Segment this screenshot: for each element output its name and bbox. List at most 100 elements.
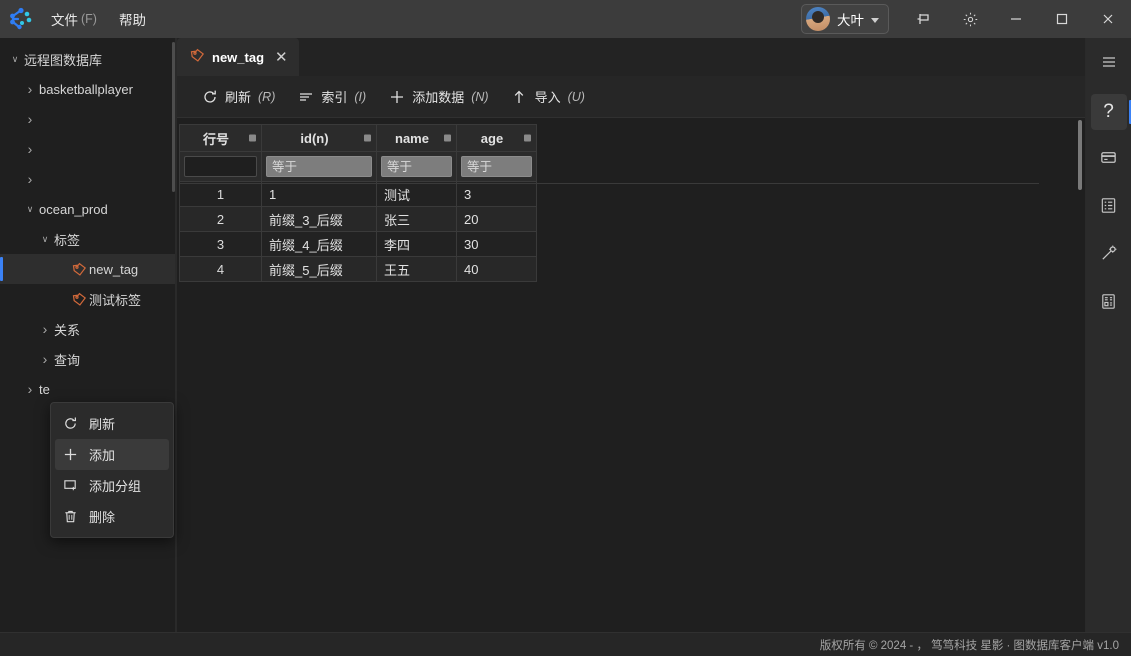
- context-menu-item-add[interactable]: 添加: [55, 439, 169, 470]
- app-logo-icon: [0, 0, 40, 38]
- table-cell-age[interactable]: 30: [456, 231, 537, 257]
- close-button[interactable]: [1085, 0, 1131, 38]
- column-menu-icon[interactable]: [249, 134, 256, 142]
- sidebar-tree-item[interactable]: ›测试标签: [0, 284, 176, 314]
- filter-input[interactable]: 等于: [381, 156, 452, 177]
- sidebar-scrollbar[interactable]: [172, 42, 175, 192]
- sidebar-tree-item[interactable]: › basketballplayer: [0, 74, 176, 104]
- index-button[interactable]: 索引 (I): [287, 82, 376, 112]
- filter-input[interactable]: [184, 156, 257, 177]
- table-cell-num[interactable]: 3: [179, 231, 262, 257]
- tab-strip: new_tag ✕: [177, 38, 1085, 76]
- index-button-mnemonic: (I): [354, 89, 367, 104]
- context-menu-item-refresh[interactable]: 刷新: [51, 408, 173, 439]
- sidebar-tree-item[interactable]: ›new_tag: [0, 254, 176, 284]
- table-filter-cell: 等于: [261, 151, 377, 182]
- context-menu-item-add-group[interactable]: 添加分组: [51, 470, 173, 501]
- table-cell-name[interactable]: 王五: [376, 256, 457, 282]
- list-button[interactable]: [1091, 190, 1127, 226]
- pin-button[interactable]: [901, 0, 947, 38]
- sidebar-tree-item[interactable]: ›: [0, 104, 176, 134]
- table-row[interactable]: 4 前缀_5_后缀 王五 40: [179, 256, 537, 282]
- menu-help[interactable]: 帮助: [108, 0, 157, 38]
- table-cell-age[interactable]: 20: [456, 206, 537, 232]
- table-column-header[interactable]: age: [456, 124, 537, 152]
- add-data-button-mnemonic: (N): [471, 89, 489, 104]
- right-rail: ?: [1085, 38, 1131, 632]
- table-column-header[interactable]: name: [376, 124, 457, 152]
- trash-icon: [61, 509, 79, 524]
- chevron-right-icon[interactable]: ›: [21, 381, 39, 397]
- table-column-header[interactable]: 行号: [179, 124, 262, 152]
- table-cell-age[interactable]: 3: [456, 181, 537, 207]
- table-cell-id[interactable]: 前缀_3_后缀: [261, 206, 377, 232]
- sidebar-tree-item[interactable]: › 查询: [0, 344, 176, 374]
- table-cell-num[interactable]: 2: [179, 206, 262, 232]
- sidebar-tree-item[interactable]: › te: [0, 374, 176, 404]
- menu-button[interactable]: [1091, 46, 1127, 82]
- filter-input[interactable]: 等于: [461, 156, 532, 177]
- sidebar-tree-item-label: 远程图数据库: [24, 52, 103, 68]
- context-menu-label-refresh: 刷新: [89, 417, 116, 432]
- main-scrollbar[interactable]: [1078, 120, 1082, 190]
- context-menu[interactable]: 刷新 添加 添加分组 删除: [50, 402, 174, 538]
- table-cell-id[interactable]: 前缀_5_后缀: [261, 256, 377, 282]
- table-cell-name[interactable]: 测试: [376, 181, 457, 207]
- chevron-down-icon[interactable]: ∨: [6, 54, 24, 65]
- table-row[interactable]: 2 前缀_3_后缀 张三 20: [179, 206, 537, 232]
- column-menu-icon[interactable]: [524, 134, 531, 142]
- chevron-right-icon[interactable]: ›: [36, 321, 54, 337]
- table-cell-num[interactable]: 1: [179, 181, 262, 207]
- table-cell-id[interactable]: 1: [261, 181, 377, 207]
- table-row[interactable]: 3 前缀_4_后缀 李四 30: [179, 231, 537, 257]
- chevron-down-icon[interactable]: ∨: [36, 234, 54, 245]
- table-cell-num[interactable]: 4: [179, 256, 262, 282]
- sidebar-tree-item[interactable]: ∨ ocean_prod: [0, 194, 176, 224]
- import-button-label: 导入: [534, 90, 561, 105]
- chevron-right-icon[interactable]: ›: [21, 111, 39, 127]
- chevron-right-icon[interactable]: ›: [36, 351, 54, 367]
- question-mark-icon: ?: [1103, 101, 1114, 122]
- minimize-button[interactable]: [993, 0, 1039, 38]
- sidebar-tree-item[interactable]: › 关系: [0, 314, 176, 344]
- chevron-right-icon[interactable]: ›: [21, 171, 39, 187]
- maximize-button[interactable]: [1039, 0, 1085, 38]
- chevron-down-icon[interactable]: ∨: [21, 204, 39, 215]
- refresh-button[interactable]: 刷新 (R): [191, 82, 285, 112]
- menu-file[interactable]: 文件 (F): [40, 0, 108, 38]
- chevron-right-icon[interactable]: ›: [21, 141, 39, 157]
- table-cell-age[interactable]: 40: [456, 256, 537, 282]
- table-cell-name[interactable]: 李四: [376, 231, 457, 257]
- index-button-label: 索引: [321, 90, 348, 105]
- import-button[interactable]: 导入 (U): [501, 82, 595, 112]
- data-table: 行号 id(n) name age 等于 等于 等于 1 1 测试 3 2 前缀_3_后缀 张三 20 3…: [179, 124, 537, 282]
- sidebar-tree-item[interactable]: ›: [0, 164, 176, 194]
- sidebar-tree-item[interactable]: ›: [0, 134, 176, 164]
- help-button[interactable]: ?: [1090, 94, 1131, 130]
- table-row[interactable]: 1 1 测试 3: [179, 181, 537, 207]
- table-cell-name[interactable]: 张三: [376, 206, 457, 232]
- table-column-header-label: 行号: [202, 131, 229, 147]
- sidebar-tree-item[interactable]: ∨ 标签: [0, 224, 176, 254]
- close-icon[interactable]: ✕: [275, 50, 288, 65]
- hamburger-icon: [1099, 52, 1119, 77]
- table-column-header[interactable]: id(n): [261, 124, 377, 152]
- sidebar-tree-item[interactable]: ∨ 远程图数据库: [0, 44, 176, 74]
- chevron-right-icon[interactable]: ›: [21, 81, 39, 97]
- settings-button[interactable]: [947, 0, 993, 38]
- column-menu-icon[interactable]: [444, 134, 451, 142]
- add-data-button-label: 添加数据: [412, 90, 465, 105]
- document-button[interactable]: [1091, 286, 1127, 322]
- filter-input[interactable]: 等于: [266, 156, 372, 177]
- add-data-button[interactable]: 添加数据 (N): [378, 82, 498, 112]
- user-menu[interactable]: 大叶: [801, 4, 889, 34]
- footer-bar: 版权所有 © 2024 - ， 笃笃科技 星影 · 图数据库客户端 v1.0: [0, 632, 1131, 656]
- context-menu-item-delete[interactable]: 删除: [51, 501, 173, 532]
- application-window: 文件 (F) 帮助 大叶 ∨ 远程图数据库 › basketballplayer…: [0, 0, 1131, 656]
- column-menu-icon[interactable]: [364, 134, 371, 142]
- sidebar-tree-item-label: te: [39, 381, 50, 397]
- table-cell-id[interactable]: 前缀_4_后缀: [261, 231, 377, 257]
- card-button[interactable]: [1091, 142, 1127, 178]
- tab-new-tag[interactable]: new_tag ✕: [177, 38, 299, 76]
- magic-button[interactable]: [1091, 238, 1127, 274]
